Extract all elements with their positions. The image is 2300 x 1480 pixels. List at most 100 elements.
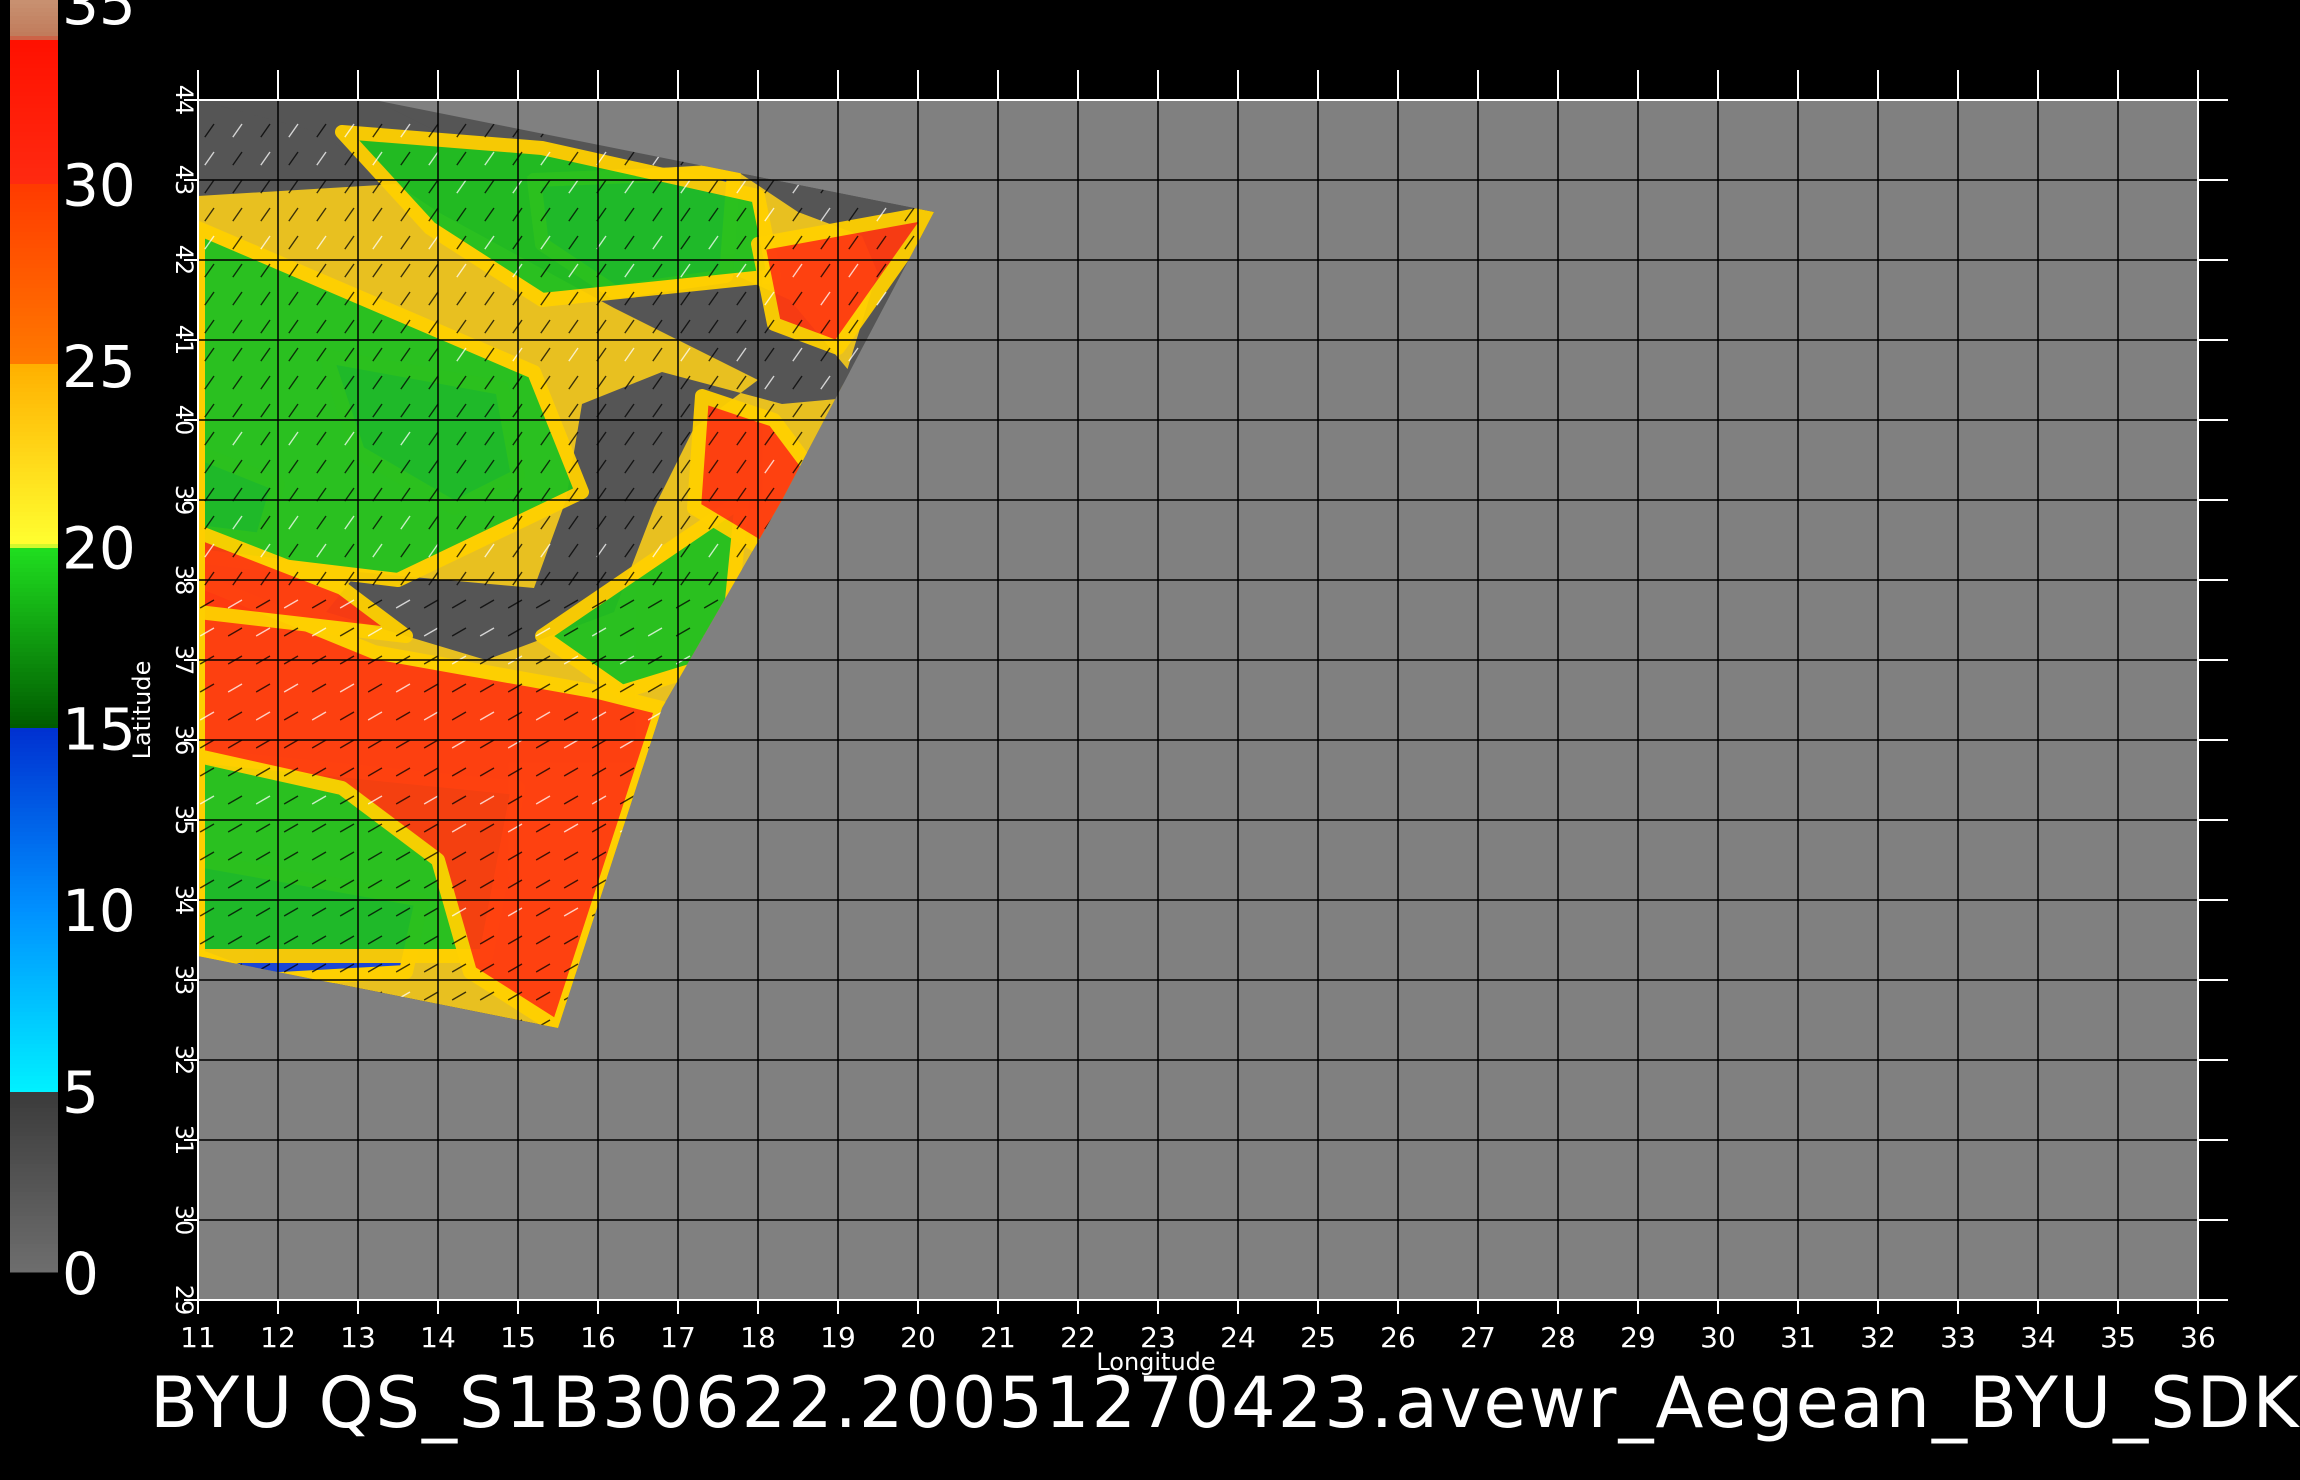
colorbar-segment [10, 720, 58, 725]
colorbar-segment [10, 760, 58, 765]
colorbar-segment [10, 1160, 58, 1165]
colorbar-segment [10, 144, 58, 149]
colorbar-segment [10, 272, 58, 277]
colorbar-segment [10, 536, 58, 541]
x-tick-label: 28 [1540, 1321, 1576, 1354]
colorbar-segment [10, 660, 58, 665]
colorbar-segment [10, 904, 58, 909]
colorbar-segment [10, 1104, 58, 1109]
colorbar-segment [10, 1152, 58, 1157]
colorbar-segment [10, 464, 58, 469]
colorbar-segment [10, 484, 58, 489]
colorbar-segment [10, 8, 58, 13]
colorbar-segment [10, 1020, 58, 1025]
colorbar-segment [10, 844, 58, 849]
colorbar-segment [10, 828, 58, 833]
colorbar-segment [10, 188, 58, 193]
colorbar-segment [10, 756, 58, 761]
colorbar-segment [10, 1056, 58, 1061]
colorbar-segment [10, 236, 58, 241]
colorbar-segment [10, 788, 58, 793]
colorbar-segment [10, 92, 58, 97]
colorbar-segment [10, 140, 58, 145]
colorbar-segment [10, 160, 58, 165]
colorbar-legend: 0 5 10 15 20 25 30 35 [10, 0, 136, 1308]
colorbar-segment [10, 1088, 58, 1093]
colorbar-segment [10, 812, 58, 817]
colorbar-segment [10, 932, 58, 937]
colorbar-segment [10, 976, 58, 981]
x-tick-label: 21 [980, 1321, 1016, 1354]
colorbar-segment [10, 640, 58, 645]
colorbar-segment [10, 168, 58, 173]
x-tick-label: 22 [1060, 1321, 1096, 1354]
colorbar-segment [10, 556, 58, 561]
colorbar-segment [10, 1132, 58, 1137]
colorbar-segment [10, 1128, 58, 1133]
colorbar-segment [10, 736, 58, 741]
colorbar-segment [10, 1080, 58, 1085]
colorbar-segment [10, 304, 58, 309]
colorbar-segment [10, 0, 58, 5]
colorbar-label: 0 [62, 1240, 99, 1308]
colorbar-segment [10, 164, 58, 169]
colorbar-segment [10, 884, 58, 889]
colorbar-segment [10, 1012, 58, 1017]
colorbar-segment [10, 216, 58, 221]
colorbar-segment [10, 320, 58, 325]
colorbar-segment [10, 960, 58, 965]
colorbar-segment [10, 912, 58, 917]
colorbar-segment [10, 892, 58, 897]
colorbar-segment [10, 764, 58, 769]
colorbar-segment [10, 652, 58, 657]
colorbar-segment [10, 792, 58, 797]
colorbar-segment [10, 444, 58, 449]
colorbar-segment [10, 804, 58, 809]
colorbar-segment [10, 108, 58, 113]
colorbar-segment [10, 712, 58, 717]
colorbar-segment [10, 340, 58, 345]
colorbar-segment [10, 880, 58, 885]
colorbar-segment [10, 428, 58, 433]
x-tick-label: 26 [1380, 1321, 1416, 1354]
colorbar-segment [10, 388, 58, 393]
x-tick-label: 36 [2180, 1321, 2216, 1354]
colorbar-segment [10, 124, 58, 129]
colorbar-segment [10, 280, 58, 285]
colorbar-segment [10, 1136, 58, 1141]
colorbar-segment [10, 632, 58, 637]
colorbar-segment [10, 816, 58, 821]
colorbar-segment [10, 1084, 58, 1089]
x-tick-label: 24 [1220, 1321, 1256, 1354]
colorbar-segment [10, 200, 58, 205]
colorbar-segment [10, 1024, 58, 1029]
colorbar-segment [10, 964, 58, 969]
colorbar-segment [10, 1256, 58, 1261]
colorbar-segment [10, 1144, 58, 1149]
colorbar-segment [10, 468, 58, 473]
wind-speed-map: 0 5 10 15 20 25 30 35 11 12 13 14 15 16 17 18 19 20 21 22 2… [10, 0, 2228, 1376]
colorbar-segment [10, 1072, 58, 1077]
colorbar-segment [10, 172, 58, 177]
y-tick-label: 40 [170, 405, 198, 436]
x-tick-label: 14 [420, 1321, 456, 1354]
colorbar-segment [10, 992, 58, 997]
y-tick-label: 31 [170, 1125, 198, 1156]
colorbar-segment [10, 480, 58, 485]
colorbar-segment [10, 748, 58, 753]
colorbar-segment [10, 312, 58, 317]
colorbar-segment [10, 252, 58, 257]
colorbar-segment [10, 1224, 58, 1229]
footer-title: BYU QS_S1B30622.20051270423.avewr_Aegean… [150, 1362, 2300, 1444]
colorbar-segment [10, 668, 58, 673]
y-tick-label: 35 [170, 805, 198, 836]
colorbar-segment [10, 424, 58, 429]
colorbar-segment [10, 1260, 58, 1265]
colorbar-segment [10, 988, 58, 993]
colorbar-segment [10, 296, 58, 301]
colorbar-segment [10, 176, 58, 181]
y-tick-label: 37 [170, 645, 198, 676]
colorbar-segment [10, 516, 58, 521]
colorbar-segment [10, 400, 58, 405]
colorbar-segment [10, 972, 58, 977]
